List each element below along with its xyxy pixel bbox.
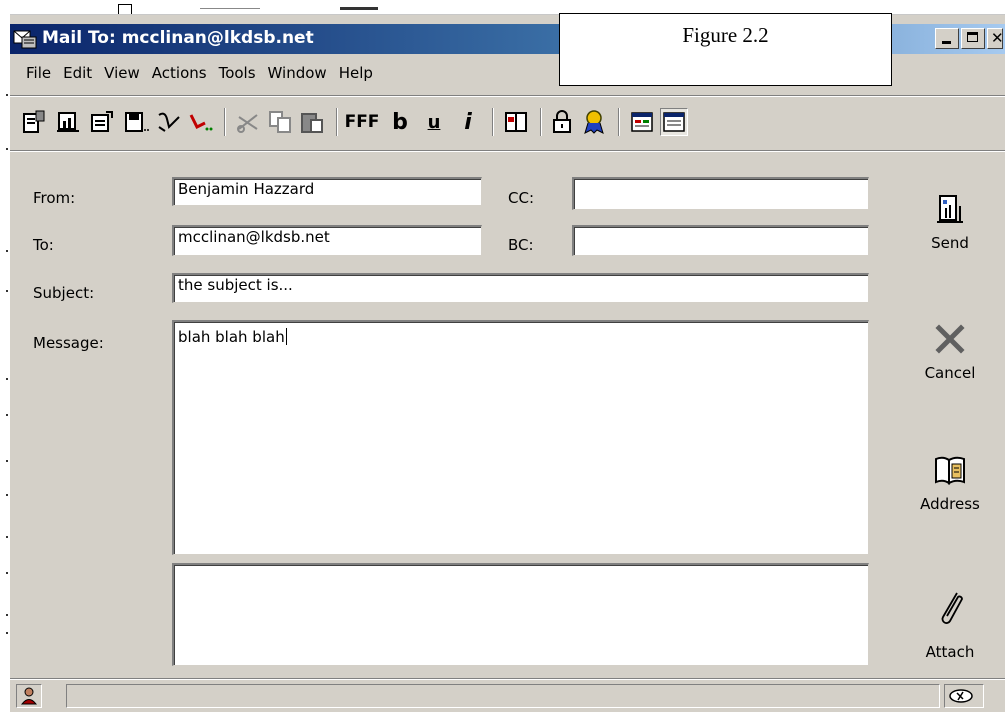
menu-tools[interactable]: Tools xyxy=(213,61,262,85)
italic-button[interactable]: i xyxy=(454,108,482,136)
attach-button[interactable]: Attach xyxy=(905,589,995,661)
layout-icon-2 xyxy=(663,112,685,132)
underline-button[interactable]: u xyxy=(420,108,448,136)
eye-icon xyxy=(949,689,973,703)
toolbar-separator xyxy=(618,108,620,136)
address-book-icon xyxy=(935,456,965,485)
text-cursor xyxy=(285,328,287,345)
background-window-mark xyxy=(200,8,260,14)
paste-button[interactable] xyxy=(298,108,326,136)
cut-icon xyxy=(237,114,258,133)
user-icon xyxy=(20,687,38,705)
forward-icon xyxy=(189,114,213,131)
attach-label: Attach xyxy=(925,643,975,661)
bc-label: BC: xyxy=(508,236,534,254)
to-label: To: xyxy=(33,236,54,254)
menu-file[interactable]: File xyxy=(14,61,57,85)
cancel-button[interactable]: Cancel xyxy=(905,322,995,382)
window-controls xyxy=(935,28,1003,50)
minimize-button[interactable] xyxy=(935,28,959,49)
figure-caption: Figure 2.2 xyxy=(559,13,892,86)
from-field[interactable]: Benjamin Hazzard xyxy=(172,177,482,206)
font-button[interactable]: FFF xyxy=(344,108,380,136)
book-icon xyxy=(505,112,527,132)
menu-view[interactable]: View xyxy=(98,61,146,85)
layout-button-1[interactable] xyxy=(628,108,656,136)
toolbar-separator xyxy=(336,108,338,136)
cancel-label: Cancel xyxy=(924,364,976,382)
new-message-button[interactable] xyxy=(20,108,48,136)
bold-button[interactable]: b xyxy=(386,108,414,136)
to-field[interactable]: mcclinan@lkdsb.net xyxy=(172,225,482,256)
paperclip-icon xyxy=(941,592,963,624)
user-status-button[interactable] xyxy=(16,684,42,708)
sign-button[interactable] xyxy=(580,108,608,136)
subject-label: Subject: xyxy=(33,284,95,302)
address-label: Address xyxy=(920,495,980,513)
menu-divider xyxy=(10,95,1005,97)
save-button[interactable] xyxy=(122,108,150,136)
status-text-panel xyxy=(66,684,940,708)
mail-app-icon xyxy=(13,30,37,49)
lock-icon xyxy=(553,110,571,133)
background-window-edge xyxy=(0,14,10,712)
save-icon xyxy=(125,112,149,132)
new-message-icon xyxy=(23,110,45,133)
address-button[interactable]: Address xyxy=(905,453,995,513)
message-text: blah blah blah xyxy=(178,328,285,346)
status-bar xyxy=(10,682,1005,712)
forward-button[interactable] xyxy=(186,108,214,136)
toolbar-divider xyxy=(10,150,1005,152)
menu-help[interactable]: Help xyxy=(333,61,379,85)
chart-button[interactable] xyxy=(54,108,82,136)
spell-check-button[interactable] xyxy=(154,108,182,136)
menu-actions[interactable]: Actions xyxy=(146,61,213,85)
send-label: Send xyxy=(931,234,969,252)
background-window-mark xyxy=(340,7,378,10)
message-body[interactable]: blah blah blah xyxy=(172,320,869,555)
maximize-button[interactable] xyxy=(961,28,985,49)
close-button[interactable] xyxy=(987,28,1003,49)
address-book-button[interactable] xyxy=(502,108,530,136)
menu-edit[interactable]: Edit xyxy=(57,61,98,85)
status-divider xyxy=(10,678,1005,680)
cc-label: CC: xyxy=(508,189,535,207)
from-label: From: xyxy=(33,189,76,207)
cancel-icon xyxy=(935,324,965,354)
background-window-mark xyxy=(118,4,132,14)
send-button[interactable]: Send xyxy=(905,192,995,252)
paste-icon xyxy=(301,113,323,133)
layout-button-2[interactable] xyxy=(660,108,688,136)
toolbar-separator xyxy=(224,108,226,136)
copy-button[interactable] xyxy=(266,108,294,136)
subject-field[interactable]: the subject is... xyxy=(172,273,869,303)
message-label: Message: xyxy=(33,334,104,352)
toolbar-separator xyxy=(492,108,494,136)
window-title: Mail To: mcclinan@lkdsb.net xyxy=(42,28,314,48)
cut-button[interactable] xyxy=(234,108,262,136)
copy-icon xyxy=(269,111,291,133)
menu-window[interactable]: Window xyxy=(262,61,333,85)
toolbar: FFF b u i xyxy=(14,102,914,142)
layout-icon-1 xyxy=(631,112,653,132)
attachments-area[interactable] xyxy=(172,563,869,666)
ribbon-icon xyxy=(584,110,604,134)
spell-check-icon xyxy=(158,112,180,132)
properties-icon xyxy=(91,111,113,132)
menu-bar: File Edit View Actions Tools Window Help xyxy=(14,61,379,85)
cc-field[interactable] xyxy=(572,177,869,210)
properties-button[interactable] xyxy=(88,108,116,136)
encrypt-button[interactable] xyxy=(548,108,576,136)
toolbar-separator xyxy=(540,108,542,136)
status-indicator-panel xyxy=(944,684,984,708)
chart-icon xyxy=(57,112,79,132)
bc-field[interactable] xyxy=(572,225,869,256)
send-icon xyxy=(937,195,963,223)
